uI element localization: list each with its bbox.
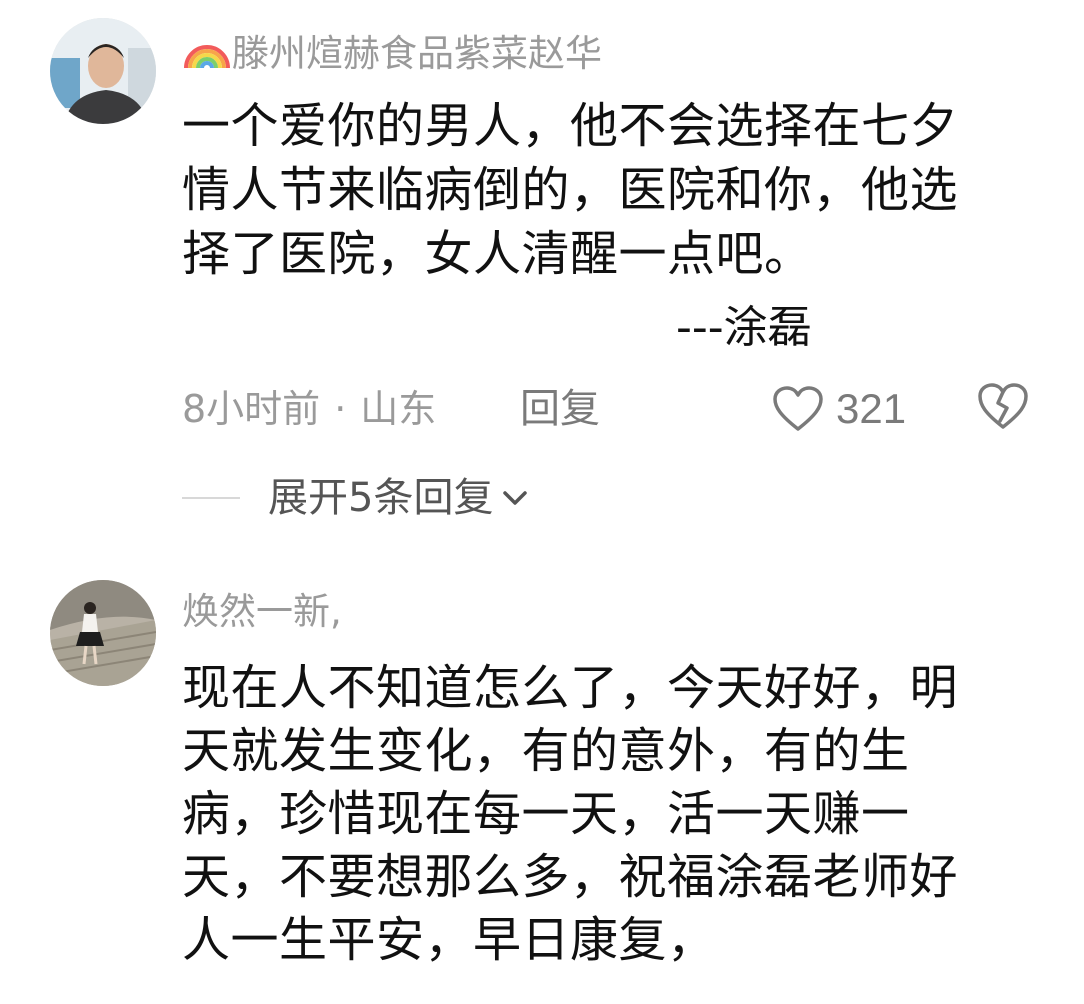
avatar[interactable] bbox=[50, 18, 156, 124]
comment-line: 天就发生变化，有的意外，有的生 bbox=[182, 723, 910, 779]
expand-replies[interactable]: 展开5条回复 bbox=[182, 470, 529, 526]
expand-replies-label[interactable]: 展开5条回复 bbox=[268, 474, 493, 522]
comment-line: 一个爱你的男人，他不会选择在七夕 bbox=[182, 98, 959, 154]
comment-line: 天，不要想那么多，祝福涂磊老师好 bbox=[182, 849, 959, 905]
heart-outline-icon bbox=[773, 386, 823, 431]
rainbow-emoji bbox=[184, 45, 230, 69]
comment-line: 人一生平安，早日康复， bbox=[182, 912, 716, 968]
avatar[interactable] bbox=[50, 580, 156, 686]
comment-line: 情人节来临病倒的，医院和你，他选 bbox=[182, 162, 959, 218]
comment-meta: 8小时前 · 山东 bbox=[182, 385, 436, 433]
username-text: 滕州煊赫食品紫菜赵华 bbox=[232, 32, 602, 75]
comment-item: 焕然一新, 现在人不知道怎么了，今天好好，明 天就发生变化，有的意外，有的生 病… bbox=[0, 560, 1084, 1004]
meta-separator: · bbox=[334, 387, 347, 431]
like-button[interactable]: 321 bbox=[772, 381, 906, 437]
chevron-down-icon[interactable] bbox=[501, 484, 529, 512]
username[interactable]: 滕州煊赫食品紫菜赵华 bbox=[182, 28, 602, 76]
dislike-button[interactable] bbox=[976, 381, 1032, 437]
comment-line: 择了医院，女人清醒一点吧。 bbox=[182, 226, 813, 282]
like-count: 321 bbox=[836, 385, 907, 432]
comment-text: 一个爱你的男人，他不会选择在七夕 情人节来临病倒的，医院和你，他选 择了医院，女… bbox=[182, 94, 958, 286]
comment-text: 现在人不知道怎么了，今天好好，明 天就发生变化，有的意外，有的生 病，珍惜现在每… bbox=[182, 657, 958, 972]
comment-item: 滕州煊赫食品紫菜赵华 一个爱你的男人，他不会选择在七夕 情人节来临病倒的，医院和… bbox=[0, 0, 1084, 560]
broken-heart-icon bbox=[978, 383, 1028, 429]
comment-line: 现在人不知道怎么了，今天好好，明 bbox=[182, 660, 959, 716]
timestamp: 8小时前 bbox=[182, 387, 321, 431]
username[interactable]: 焕然一新, bbox=[182, 590, 342, 634]
divider bbox=[182, 497, 240, 499]
comment-signature: ---涂磊 bbox=[676, 302, 812, 353]
location: 山东 bbox=[360, 387, 437, 431]
reply-button[interactable]: 回复 bbox=[520, 385, 600, 433]
comment-line: 病，珍惜现在每一天，活一天赚一 bbox=[182, 786, 910, 842]
